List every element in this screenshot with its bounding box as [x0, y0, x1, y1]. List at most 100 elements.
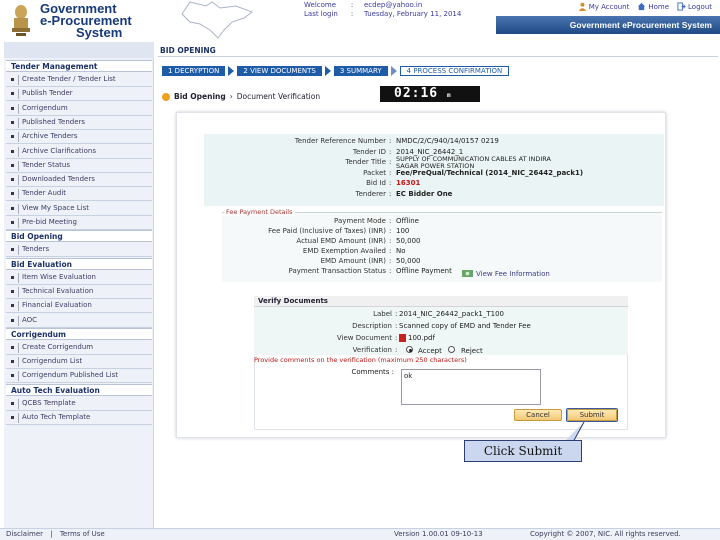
sidebar-item-label: Item Wise Evaluation [22, 272, 96, 281]
sidebar-item[interactable]: Downloaded Tenders [6, 173, 152, 188]
sidebar-item[interactable]: View My Space List [6, 202, 152, 216]
field-colon: : [389, 168, 392, 177]
page-title: BID OPENING [160, 46, 216, 55]
reject-radio[interactable] [448, 346, 455, 353]
field-value: Offline Payment [396, 267, 452, 275]
step-process-confirmation[interactable]: 4 PROCESS CONFIRMATION [399, 66, 510, 76]
item-divider [18, 75, 19, 85]
breadcrumb-bid-opening[interactable]: Bid Opening [174, 92, 226, 101]
sidebar-item-label: Published Tenders [22, 117, 86, 126]
field-value: 50,000 [396, 257, 421, 265]
welcome-row: Welcome: ecdep@yahoo.in [304, 1, 422, 9]
sidebar-item[interactable]: Tender Audit [6, 187, 152, 202]
home-link[interactable]: Home [637, 2, 669, 11]
system-title-bar: Government eProcurement System [496, 16, 720, 34]
sidebar-item[interactable]: QCBS Template [6, 397, 152, 411]
field-value: 50,000 [396, 237, 421, 245]
sidebar-item-label: Tenders [22, 245, 50, 254]
item-divider [18, 371, 19, 382]
accept-radio[interactable] [406, 346, 413, 353]
item-divider [18, 103, 19, 114]
sidebar-item-label: Create Corrigendum [22, 342, 94, 351]
comments-textarea[interactable]: ok [401, 369, 541, 405]
bullet-icon [11, 221, 14, 224]
step-view-documents[interactable]: 2 VIEW DOCUMENTS [237, 66, 322, 76]
copyright-text: Copyright © 2007, NIC. All rights reserv… [530, 530, 681, 538]
bullet-icon [11, 135, 14, 139]
field-colon: : [389, 257, 392, 265]
sidebar-item[interactable]: Published Tenders [6, 116, 152, 130]
item-divider [18, 160, 19, 171]
field-value: NMDC/2/C/940/14/0157 0219 [396, 137, 499, 145]
logout-label: Logout [688, 2, 712, 11]
bullet-icon [11, 178, 14, 182]
sidebar-item[interactable]: Corrigendum Published List [6, 369, 152, 384]
sidebar-item[interactable]: AOC [6, 314, 152, 328]
sidebar-item[interactable]: Tender Status [6, 159, 152, 173]
bullet-icon [11, 304, 14, 308]
item-divider [18, 203, 19, 214]
view-fee-info-link[interactable]: View Fee Information [462, 269, 550, 278]
item-divider [18, 357, 19, 368]
sidebar-item[interactable]: Publish Tender [6, 87, 152, 102]
comments-label: Comments : [351, 368, 394, 376]
bullet-icon [11, 163, 14, 167]
sidebar-item[interactable]: Financial Evaluation [6, 299, 152, 314]
breadcrumb-document-verification: Document Verification [236, 92, 321, 101]
last-login-colon: : [350, 10, 354, 18]
step-decryption[interactable]: 1 DECRYPTION [162, 66, 226, 76]
emblem-logo-icon [6, 2, 36, 38]
sidebar-item-label: Financial Evaluation [22, 301, 92, 310]
sidebar-item-label: Publish Tender [22, 89, 73, 98]
sidebar-item-label: Corrigendum Published List [22, 371, 119, 380]
disclaimer-link[interactable]: Disclaimer [6, 530, 43, 538]
field-colon: : [395, 310, 398, 318]
sidebar-item[interactable]: Tenders [6, 243, 152, 258]
field-colon: : [389, 247, 392, 255]
sidebar-item[interactable]: Create Corrigendum [6, 341, 152, 355]
field-value: 100 [396, 227, 410, 235]
terms-link[interactable]: Terms of Use [60, 530, 105, 538]
footer: Disclaimer | Terms of Use Version 1.00.0… [0, 528, 720, 540]
item-divider [18, 398, 19, 409]
sidebar-item[interactable]: Archive Tenders [6, 130, 152, 145]
my-account-link[interactable]: My Account [578, 2, 629, 11]
pdf-icon [399, 334, 406, 342]
bullet-icon [11, 275, 14, 279]
last-login-row: Last login: Tuesday, February 11, 2014 [304, 10, 461, 18]
sidebar-item[interactable]: Item Wise Evaluation [6, 271, 152, 285]
bullet-icon [11, 360, 14, 364]
field-colon: : [389, 237, 392, 245]
field-value: Fee/PreQual/Technical (2014_NIC_26442_pa… [396, 168, 584, 177]
sidebar-item[interactable]: Pre-bid Meeting [6, 216, 152, 230]
field-colon: : [395, 322, 398, 330]
sidebar-item[interactable]: Corrigendum [6, 102, 152, 116]
bullet-icon [11, 248, 14, 252]
sidebar-item[interactable]: Corrigendum List [6, 355, 152, 370]
bullet-icon [11, 416, 14, 419]
fee-legend: Fee Payment Details [224, 208, 295, 216]
system-title: Government eProcurement System [569, 20, 712, 30]
bullet-icon [11, 149, 14, 153]
footer-links: Disclaimer | Terms of Use [6, 530, 105, 538]
sidebar-item[interactable]: Archive Clarifications [6, 145, 152, 159]
sidebar-item[interactable]: Auto Tech Template [6, 411, 152, 425]
field-label: Payment Transaction Status [288, 267, 386, 275]
sidebar-item-label: Technical Evaluation [22, 286, 94, 295]
field-label: Tenderer [355, 189, 387, 198]
bullet-icon [11, 92, 14, 96]
item-divider [18, 342, 19, 353]
sidebar-item[interactable]: Technical Evaluation [6, 285, 152, 299]
sidebar-item-label: Corrigendum [22, 103, 68, 112]
field-value: EC Bidder One [396, 189, 453, 198]
logout-link[interactable]: Logout [677, 2, 712, 11]
item-divider [18, 89, 19, 100]
item-divider [18, 301, 19, 312]
step-summary[interactable]: 3 SUMMARY [333, 66, 388, 76]
item-divider [18, 272, 19, 283]
timer-unit: m [446, 92, 451, 99]
sidebar-item[interactable]: Create Tender / Tender List [6, 73, 152, 87]
title-divider [158, 56, 718, 57]
item-divider [18, 286, 19, 297]
field-label: Fee Paid (Inclusive of Taxes) (INR) [268, 227, 386, 235]
